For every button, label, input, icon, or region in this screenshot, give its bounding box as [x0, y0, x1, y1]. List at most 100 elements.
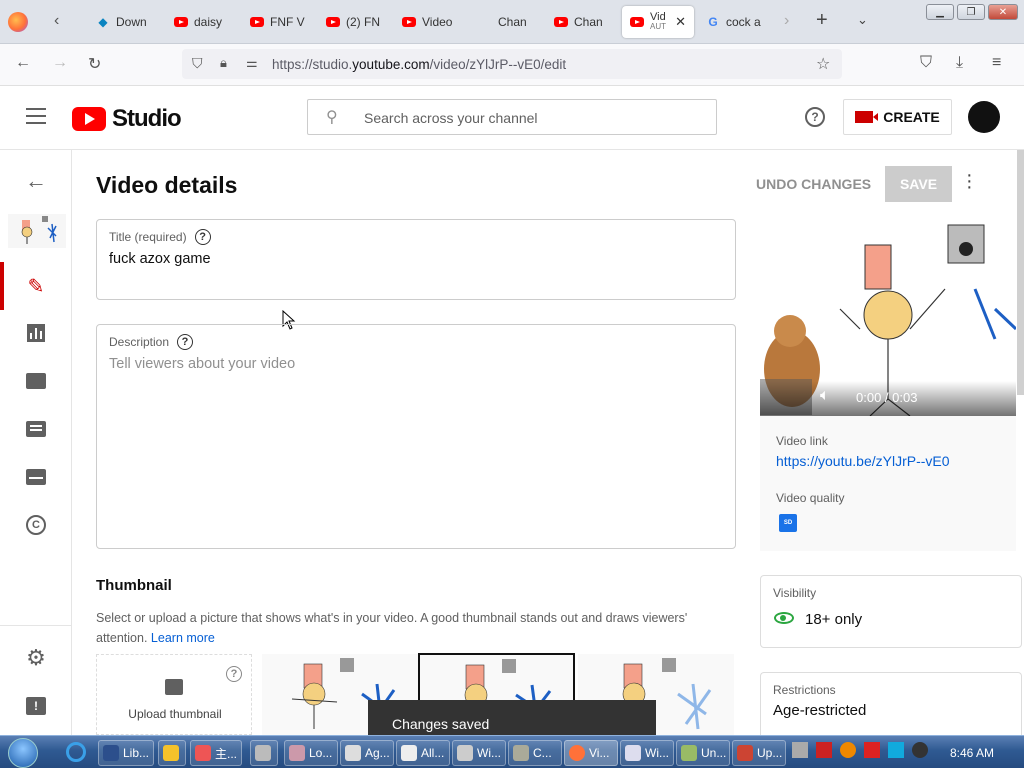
tab-channel-1[interactable]: Chan	[478, 6, 533, 38]
tab-youtube-3[interactable]: (2) FN	[326, 6, 381, 38]
tray-icon[interactable]	[864, 742, 880, 758]
scrollbar-thumb[interactable]	[1017, 150, 1024, 395]
tab-scroll-left-icon[interactable]: ‹	[54, 12, 59, 30]
url-text: https://studio.youtube.com/video/zYlJrP-…	[272, 57, 567, 72]
avatar[interactable]	[968, 101, 1000, 133]
video-quality-label: Video quality	[776, 491, 845, 505]
taskbar-item[interactable]: All...	[396, 740, 450, 766]
studio-icon	[478, 15, 492, 29]
visibility-panel[interactable]: Visibility 18+ only	[760, 575, 1022, 648]
ie-icon[interactable]	[66, 742, 86, 762]
page-title: Video details	[96, 172, 238, 198]
video-player[interactable]: 🔈︎ 0:00 / 0:03	[760, 219, 1016, 416]
taskbar-clock[interactable]: 8:46 AM	[950, 746, 994, 760]
taskbar-item[interactable]: Up...	[732, 740, 786, 766]
tray-icon[interactable]	[912, 742, 928, 758]
tray-icon[interactable]	[792, 742, 808, 758]
title-help-icon[interactable]: ?	[194, 229, 211, 245]
list-tabs-icon[interactable]: ⌄	[857, 12, 868, 28]
permissions-icon[interactable]: ⚌	[246, 55, 258, 71]
settings-gear-icon[interactable]: ⚙	[24, 645, 48, 670]
minimize-window-button[interactable]: ▁	[926, 4, 954, 20]
tab-youtube-1[interactable]: daisy	[174, 6, 234, 38]
search-icon: ⚲	[326, 109, 338, 126]
address-bar[interactable]: ⛉ 🔒︎ ⚌ https://studio.youtube.com/video/…	[182, 49, 842, 79]
shield-icon[interactable]: ⛉	[192, 55, 203, 72]
channel-search-bar[interactable]: ⚲ Search across your channel	[307, 99, 717, 135]
close-window-button[interactable]: ✕	[988, 4, 1018, 20]
taskbar-item[interactable]: C...	[508, 740, 562, 766]
taskbar-item[interactable]: Lib...	[98, 740, 154, 766]
bookmark-star-icon[interactable]: ☆	[816, 54, 830, 74]
description-input[interactable]: Tell viewers about your video	[109, 356, 295, 372]
taskbar-item-active[interactable]: Vi...	[564, 740, 618, 766]
edit-details-icon[interactable]: ✎	[24, 274, 48, 298]
forward-icon[interactable]: →	[52, 54, 68, 72]
description-field[interactable]: Description? Tell viewers about your vid…	[96, 324, 736, 549]
lock-icon[interactable]: 🔒︎	[220, 55, 227, 71]
tab-youtube-2[interactable]: FNF V	[250, 6, 305, 38]
description-help-icon[interactable]: ?	[177, 334, 194, 350]
taskbar-item[interactable]	[158, 740, 186, 766]
tab-active-video[interactable]: Vid AUT ✕	[622, 6, 694, 38]
send-feedback-icon[interactable]: !	[24, 694, 48, 718]
video-thumbnail-mini[interactable]	[8, 214, 66, 248]
editor-clapper-icon[interactable]	[24, 369, 48, 393]
volume-icon[interactable]: 🔈︎	[820, 387, 830, 405]
taskbar-item[interactable]: Lo...	[284, 740, 338, 766]
comments-icon[interactable]	[24, 417, 48, 441]
tray-icon[interactable]	[888, 742, 904, 758]
thumbnail-help-icon[interactable]: ?	[226, 666, 242, 682]
video-preview-card: 🔈︎ 0:00 / 0:03 Video link https://youtu.…	[760, 219, 1016, 551]
download-icon: ◆	[98, 15, 108, 29]
taskbar-item[interactable]: 主...	[190, 740, 242, 766]
tab-scroll-right-icon[interactable]: ›	[784, 12, 789, 30]
upload-thumbnail-tile[interactable]: Upload thumbnail	[96, 654, 252, 735]
pocket-icon[interactable]: ⛉	[920, 54, 932, 72]
browser-tab-strip: ‹ ◆ Down daisy FNF V (2) FN Video Chan Ch…	[0, 0, 1024, 44]
tab-youtube-4[interactable]: Video	[402, 6, 462, 38]
search-input[interactable]: Search across your channel	[364, 110, 538, 126]
tab-google[interactable]: Gcock a	[706, 6, 770, 38]
reload-icon[interactable]: ↻	[88, 54, 101, 74]
subtitles-icon[interactable]	[24, 465, 48, 489]
title-input[interactable]: fuck azox game	[109, 251, 211, 267]
title-field[interactable]: Title (required)? fuck azox game	[96, 219, 736, 300]
close-tab-icon[interactable]: ✕	[675, 14, 686, 30]
downloads-icon[interactable]: ⤓	[956, 54, 963, 72]
back-icon[interactable]: ←	[15, 54, 31, 72]
restore-window-button[interactable]: ❐	[957, 4, 985, 20]
tab-channel-2[interactable]: Chan	[554, 6, 609, 38]
taskbar-item[interactable]: Un...	[676, 740, 730, 766]
back-to-content-icon[interactable]: ←	[24, 168, 48, 193]
help-icon[interactable]: ?	[805, 107, 825, 127]
google-icon: G	[708, 15, 718, 29]
active-indicator	[0, 262, 4, 310]
tab-download[interactable]: ◆ Down	[96, 6, 156, 38]
video-link[interactable]: https://youtu.be/zYlJrP--vE0	[776, 453, 950, 469]
analytics-icon[interactable]	[24, 321, 48, 345]
restrictions-panel[interactable]: Restrictions Age-restricted	[760, 672, 1022, 735]
taskbar-item[interactable]: Wi...	[452, 740, 506, 766]
taskbar-item[interactable]: Wi...	[620, 740, 674, 766]
tray-icon[interactable]	[840, 742, 856, 758]
taskbar-item[interactable]: Ag...	[340, 740, 394, 766]
start-button[interactable]	[8, 738, 38, 768]
restrictions-label: Restrictions	[773, 683, 836, 697]
taskbar-item[interactable]	[250, 740, 278, 766]
hamburger-menu-icon[interactable]	[26, 108, 46, 124]
copyright-icon[interactable]: C	[24, 513, 48, 537]
youtube-icon	[250, 17, 264, 27]
studio-logo[interactable]: Studio	[72, 105, 182, 133]
app-menu-icon[interactable]: ≡	[992, 54, 1001, 72]
create-button[interactable]: CREATE	[843, 99, 952, 135]
more-options-icon[interactable]: · · ·	[966, 165, 973, 197]
youtube-icon	[402, 17, 416, 27]
undo-changes-button[interactable]: UNDO CHANGES	[756, 176, 871, 192]
learn-more-link[interactable]: Learn more	[151, 631, 215, 645]
new-tab-icon[interactable]: +	[816, 9, 828, 32]
save-button[interactable]: SAVE	[885, 166, 952, 202]
tray-icon[interactable]	[816, 742, 832, 758]
upload-thumbnail-label: Upload thumbnail	[128, 707, 222, 721]
firefox-menu-icon[interactable]	[8, 12, 28, 32]
